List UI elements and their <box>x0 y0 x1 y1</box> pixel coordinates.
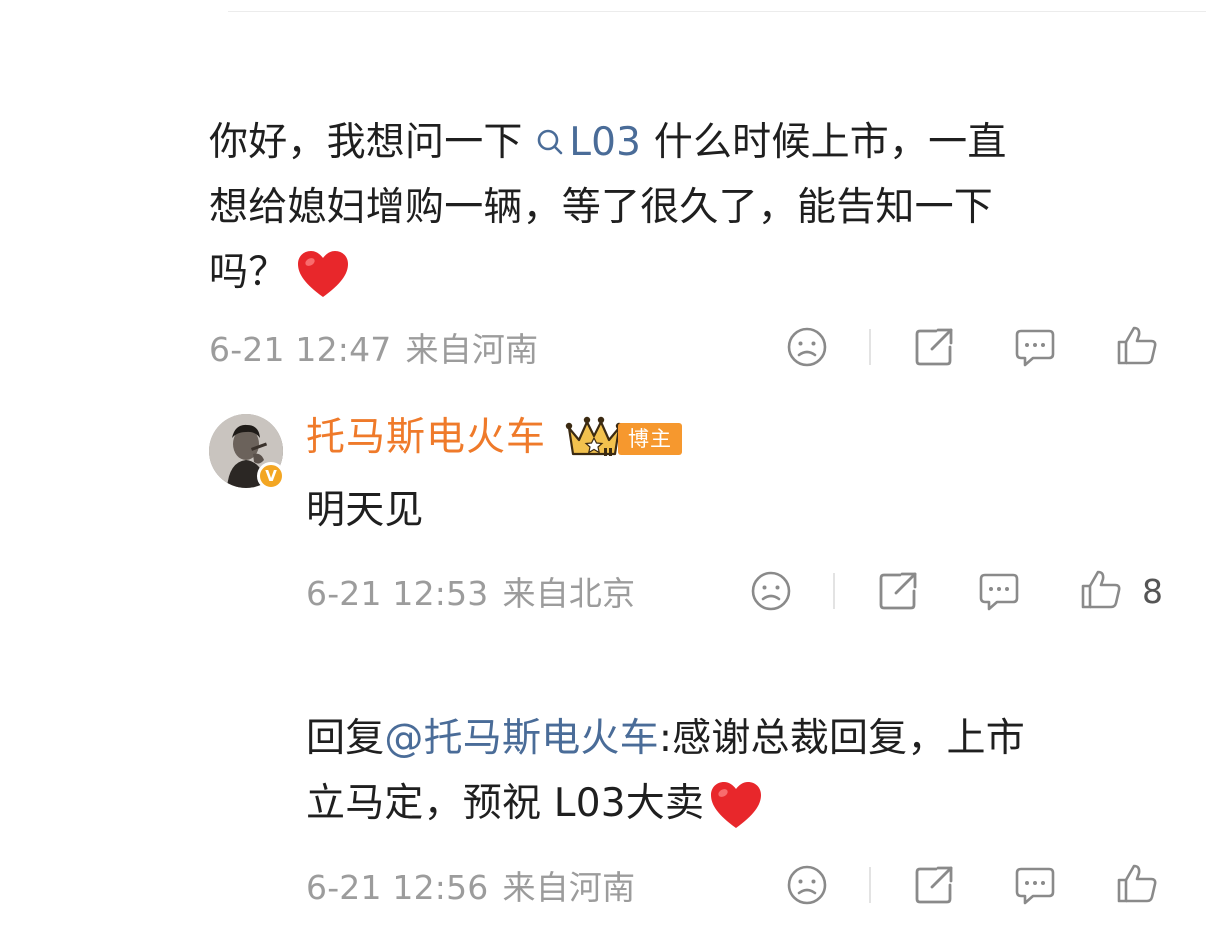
verified-badge: V <box>257 462 285 490</box>
reply-2-line-2: 立马定，预祝 L03大卖 <box>306 771 1186 836</box>
reply-2-text: 回复@托马斯电火车:感谢总裁回复，上市 立马定，预祝 L03大卖 <box>306 706 1186 836</box>
comment-1-date: 6-21 12:47 <box>209 330 392 369</box>
comment-1-line-1: 你好，我想问一下 L03 什么时候上市，一直 <box>209 120 1007 165</box>
sad-face-icon[interactable] <box>749 569 793 613</box>
share-icon[interactable] <box>876 569 920 613</box>
comment-1-location: 来自河南 <box>405 330 539 369</box>
topic-link-l03[interactable]: L03 <box>535 120 641 165</box>
heart-emoji-icon <box>708 778 764 834</box>
comment-icon[interactable] <box>1013 863 1057 907</box>
meta-divider <box>869 867 871 903</box>
reply-2-meta: 6-21 12:56 来自河南 <box>306 855 635 915</box>
comment-1: 你好，我想问一下 L03 什么时候上市，一直 想给媳妇增购一辆，等了很久了，能告… <box>209 110 1169 305</box>
meta-divider <box>869 329 871 365</box>
like-count: 8 <box>1142 572 1163 611</box>
share-icon[interactable] <box>912 863 956 907</box>
reply-1-text: 明天见 <box>306 488 424 533</box>
like-icon[interactable] <box>1115 861 1159 905</box>
search-icon <box>537 129 563 155</box>
comment-1-text: 你好，我想问一下 L03 什么时候上市，一直 想给媳妇增购一辆，等了很久了，能告… <box>209 110 1169 305</box>
comment-1-line-2: 想给媳妇增购一辆，等了很久了，能告知一下 <box>209 185 994 230</box>
sad-face-icon[interactable] <box>785 863 829 907</box>
reply-2-line-1: 回复@托马斯电火车:感谢总裁回复，上市 <box>306 716 1025 761</box>
like-icon[interactable] <box>1115 323 1159 367</box>
mention-link[interactable]: @托马斯电火车 <box>384 716 658 761</box>
comment-icon[interactable] <box>1013 325 1057 369</box>
meta-divider <box>833 573 835 609</box>
comment-icon[interactable] <box>977 569 1021 613</box>
reply-2-location: 来自河南 <box>502 868 636 907</box>
reply-1-meta: 6-21 12:53 来自北京 <box>306 561 635 621</box>
comment-1-meta: 6-21 12:47 来自河南 <box>209 317 538 377</box>
comment-1-line-3: 吗？ <box>209 240 1169 305</box>
share-icon[interactable] <box>912 325 956 369</box>
blogger-badge: 博主 <box>618 423 682 455</box>
like-icon[interactable] <box>1079 567 1123 611</box>
crown-icon <box>565 414 623 460</box>
reply-1-date: 6-21 12:53 <box>306 574 489 613</box>
reply-2: 回复@托马斯电火车:感谢总裁回复，上市 立马定，预祝 L03大卖 <box>306 706 1186 836</box>
reply-2-date: 6-21 12:56 <box>306 868 489 907</box>
reply-1-location: 来自北京 <box>502 574 636 613</box>
sad-face-icon[interactable] <box>785 325 829 369</box>
author-name[interactable]: 托马斯电火车 <box>306 412 546 464</box>
top-divider <box>228 11 1206 12</box>
heart-emoji-icon <box>295 247 351 303</box>
